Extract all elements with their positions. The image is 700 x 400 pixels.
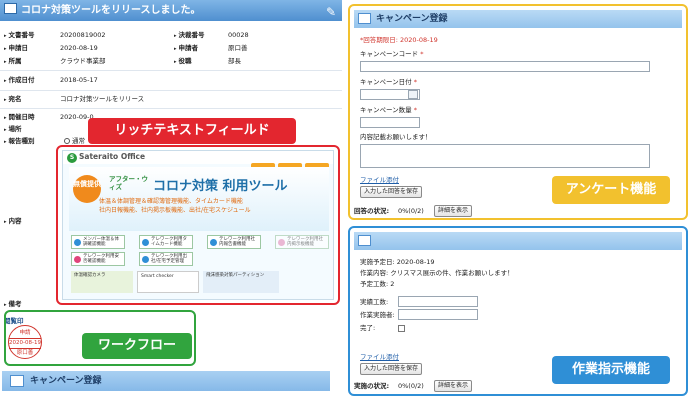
document-title: コロナ対策ツールをリリースしました。 — [21, 5, 201, 16]
task-plan-date: 実施予定日: 2020-08-19 — [360, 258, 435, 266]
campaign-date-label: キャンペーン日付 * — [360, 78, 418, 86]
richtext-highlight — [56, 145, 340, 305]
task-detail-button[interactable]: 詳細を表示 — [434, 380, 473, 392]
task-worker-input[interactable] — [398, 309, 478, 320]
task-status-label: 実施の状況: — [354, 382, 390, 390]
workflow-callout-label: ワークフロー — [82, 333, 192, 359]
campaign-qty-label: キャンペーン数量 * — [360, 106, 418, 114]
screenshot-composite: コロナ対策ツールをリリースしました。 ✎ 文書番号 20200819002 決裁… — [0, 0, 700, 400]
task-done-checkbox[interactable] — [398, 325, 405, 332]
campaign-note-textarea[interactable] — [360, 144, 650, 168]
survey-status-label: 回答の状況: — [354, 207, 390, 215]
survey-panel-header: キャンペーン登録 — [354, 10, 682, 28]
divider — [0, 70, 342, 71]
task-count: 予定工数: 2 — [360, 280, 395, 288]
survey-attach-link[interactable]: ファイル添付 — [360, 174, 399, 184]
task-work: 作業内容: クリスマス展示の件、作業お願いします！ — [360, 269, 514, 277]
campaign-note-label: 内容記載お願いします！ — [360, 133, 432, 141]
task-panel-header — [354, 232, 682, 250]
task-done-label: 完了: — [360, 324, 376, 332]
task-status-value: 0%(0/2) — [398, 382, 424, 390]
task-actual-label: 実績工数: — [360, 298, 389, 306]
task-save-button[interactable]: 入力した回答を保存 — [360, 363, 423, 375]
task-worker-label: 作業実施者: — [360, 311, 395, 319]
document-icon — [4, 3, 17, 14]
form-icon — [358, 13, 371, 24]
task-callout-label: 作業指示機能 — [552, 356, 670, 384]
paperclip-icon[interactable]: ✎ — [326, 2, 336, 23]
survey-detail-button[interactable]: 詳細を表示 — [434, 205, 473, 217]
form-icon — [358, 235, 371, 246]
form-icon — [10, 375, 24, 387]
calendar-icon[interactable] — [408, 90, 418, 99]
campaign-qty-input[interactable] — [360, 117, 420, 128]
document-titlebar: コロナ対策ツールをリリースしました。 ✎ — [0, 0, 342, 21]
campaign-code-input[interactable] — [360, 61, 650, 72]
survey-status-value: 0%(0/2) — [398, 207, 424, 215]
richtext-callout-label: リッチテキストフィールド — [88, 118, 296, 144]
survey-callout-label: アンケート機能 — [552, 176, 670, 204]
task-attach-link[interactable]: ファイル添付 — [360, 351, 399, 361]
campaign-section-bar[interactable]: キャンペーン登録 — [2, 371, 330, 391]
task-actual-input[interactable] — [398, 296, 478, 307]
campaign-code-label: キャンペーンコード * — [360, 50, 424, 58]
survey-save-button[interactable]: 入力した回答を保存 — [360, 186, 423, 198]
survey-deadline: *回答期限日: 2020-08-19 — [360, 36, 438, 44]
